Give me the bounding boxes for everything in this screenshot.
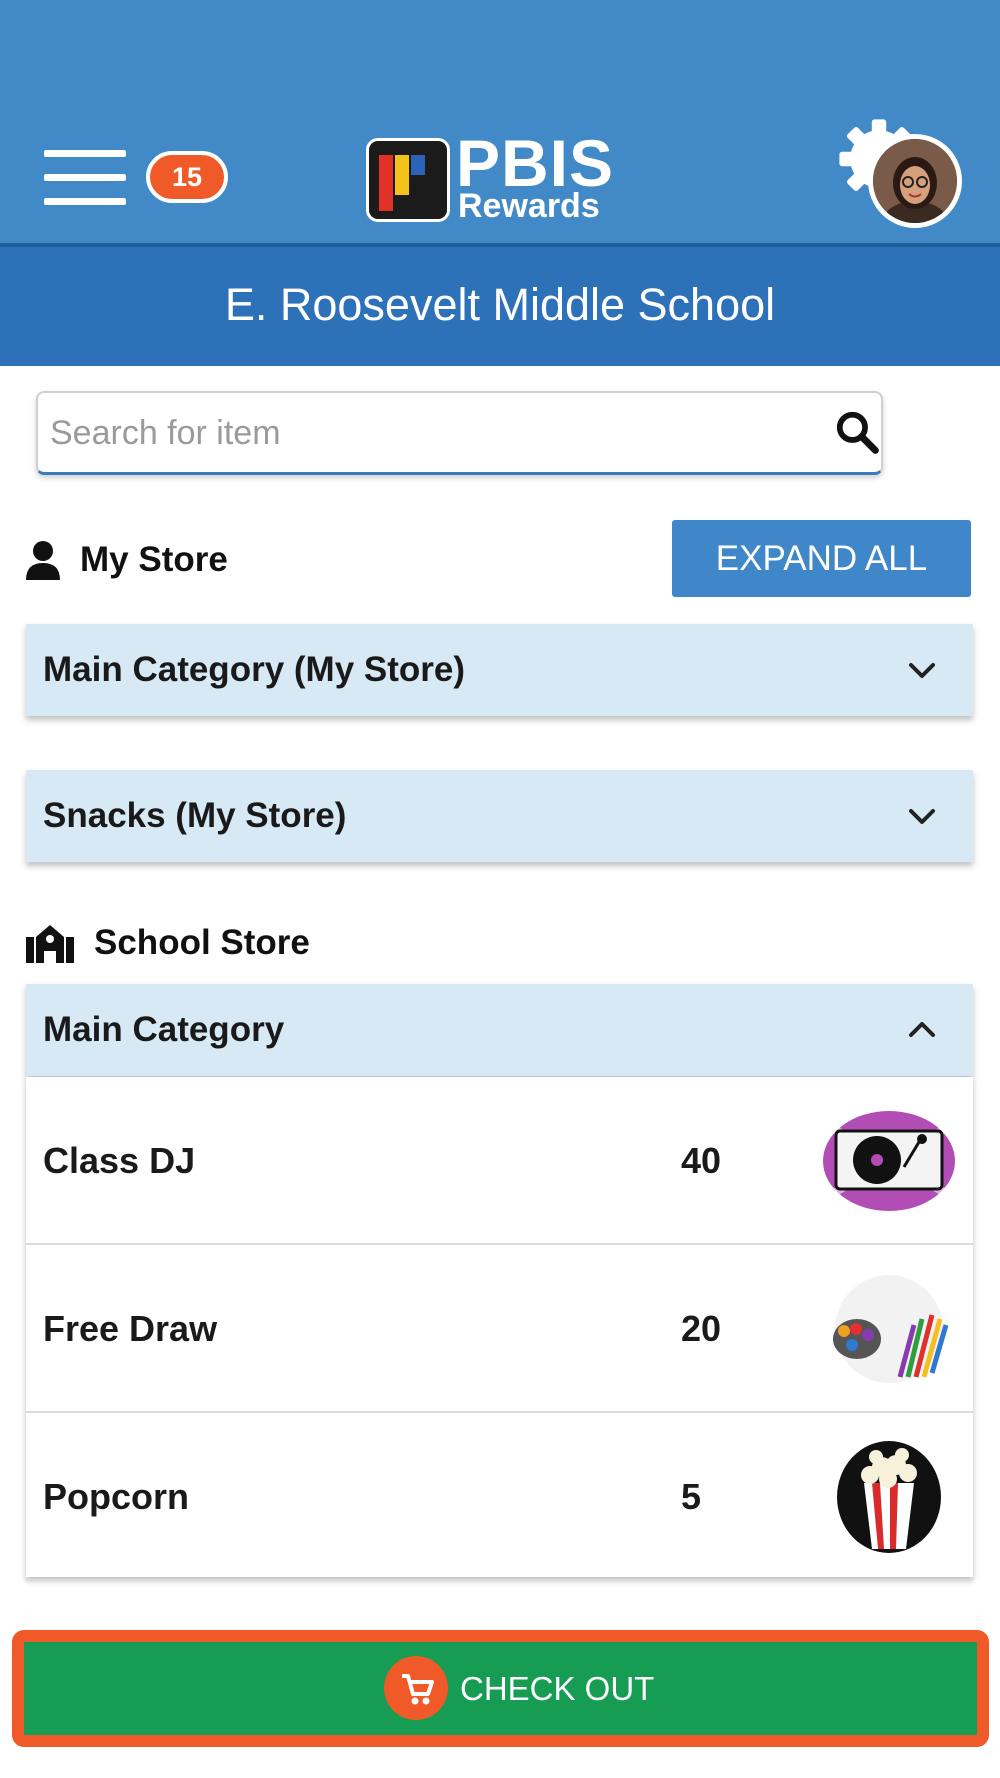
accordion-label: Main Category (My Store)	[43, 650, 465, 689]
avatar[interactable]	[868, 134, 962, 228]
school-store-title: School Store	[94, 923, 310, 962]
store-item-free-draw[interactable]: Free Draw 20	[26, 1245, 973, 1413]
item-price: 40	[681, 1140, 722, 1181]
store-item-list: Class DJ 40 Free Draw 20 Popcorn 5	[26, 1077, 973, 1581]
turntable-image	[823, 1111, 955, 1211]
accordion-snacks-my-store[interactable]: Snacks (My Store)	[26, 770, 973, 862]
hamburger-menu-icon[interactable]	[44, 150, 126, 205]
search-box	[36, 391, 883, 475]
school-name-bar: E. Roosevelt Middle School	[0, 243, 1000, 366]
checkout-button[interactable]: CHECK OUT	[24, 1642, 977, 1735]
my-store-title: My Store	[80, 540, 228, 579]
checkout-label: CHECK OUT	[460, 1670, 655, 1707]
notification-badge[interactable]: 15	[146, 151, 228, 203]
store-item-popcorn[interactable]: Popcorn 5	[26, 1413, 973, 1581]
search-input[interactable]	[50, 403, 810, 463]
profile-photo	[873, 139, 957, 223]
accordion-main-category-my-store[interactable]: Main Category (My Store)	[26, 624, 973, 716]
chevron-down-icon	[909, 663, 935, 678]
school-store-header: School Store	[26, 915, 310, 971]
chevron-up-icon	[909, 1022, 935, 1037]
popcorn-image	[837, 1441, 941, 1553]
chevron-down-icon	[909, 809, 935, 824]
expand-all-button[interactable]: EXPAND ALL	[672, 520, 971, 597]
user-icon	[26, 541, 60, 580]
item-name: Free Draw	[43, 1308, 218, 1349]
store-item-class-dj[interactable]: Class DJ 40	[26, 1077, 973, 1245]
item-price: 5	[681, 1476, 702, 1517]
app-header: 15 PBIS Rewards	[0, 0, 1000, 243]
school-name: E. Roosevelt Middle School	[224, 279, 776, 330]
logo-mark-icon	[366, 138, 450, 222]
accordion-main-category[interactable]: Main Category	[26, 984, 973, 1076]
checkout-highlight: CHECK OUT	[12, 1630, 989, 1747]
accordion-label: Snacks (My Store)	[43, 796, 347, 835]
search-icon[interactable]	[834, 409, 880, 455]
logo-text-sub: Rewards	[458, 187, 600, 225]
colored-pencils-image	[833, 1275, 949, 1383]
item-price: 20	[681, 1308, 722, 1349]
accordion-label: Main Category	[43, 1010, 285, 1049]
my-store-header: My Store	[26, 532, 228, 588]
item-name: Popcorn	[43, 1476, 190, 1517]
item-name: Class DJ	[43, 1140, 196, 1181]
cart-icon	[384, 1656, 448, 1720]
school-building-icon	[26, 925, 74, 963]
pbis-rewards-logo: PBIS Rewards	[366, 128, 636, 226]
